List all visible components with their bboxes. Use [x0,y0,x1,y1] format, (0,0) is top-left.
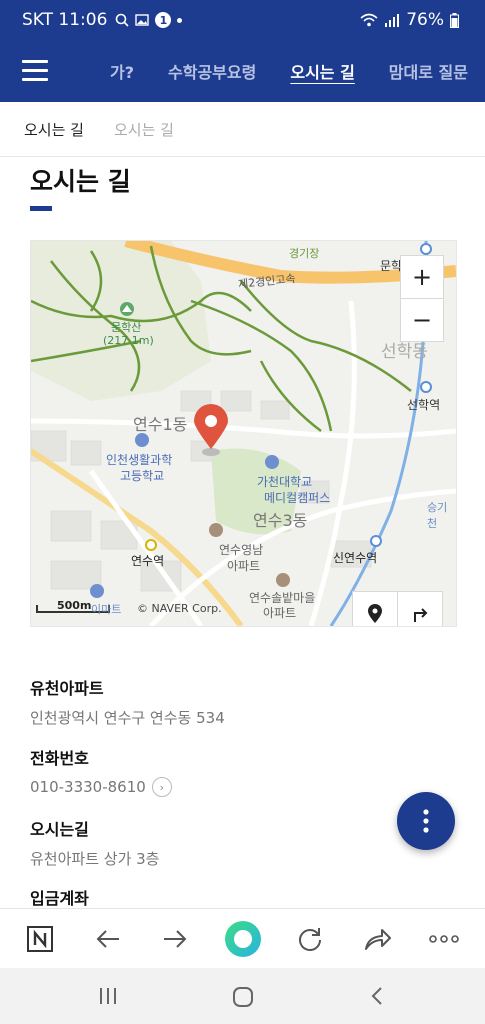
directions-text: 유천아파트 상가 3층 [30,850,160,868]
browser-toolbar [0,908,485,969]
map-label-campus2: 메디컬캠퍼스 [264,491,331,505]
gallery-icon [135,14,150,26]
directions-label: 오시는길 [30,820,89,839]
map-label-sol2: 아파트 [263,606,297,620]
phone-number[interactable]: 010-3330-8610 [30,778,146,796]
map-label-seunggi: 승기천 [427,501,448,530]
phone-info: 전화번호 010-3330-8610 › [30,745,172,797]
search-icon [116,13,129,27]
map-label-district1: 연수1동 [133,415,188,434]
location-pin-icon [368,604,382,623]
status-icons: 1 [115,12,183,28]
chevron-right-icon[interactable]: › [151,777,172,797]
map-label-district3: 연수3동 [253,511,308,530]
naver-green-dot-icon[interactable] [224,920,262,958]
phone-row[interactable]: 010-3330-8610 › [30,777,172,797]
signal-icon [385,14,400,27]
map-label-munhak: 문학 [380,259,403,273]
title-underline [30,206,52,211]
menu-icon[interactable] [22,60,48,82]
directions-info: 오시는길 유천아파트 상가 3층 [30,816,159,869]
place-name: 유천아파트 [30,679,104,698]
zoom-in-button[interactable]: + [400,255,444,299]
map-label-stadium: 경기장 [289,247,320,260]
directions-button[interactable] [397,591,443,626]
back-icon[interactable] [370,986,384,1010]
forward-arrow-icon[interactable] [159,923,191,955]
place-address: 인천광역시 연수구 연수동 534 [30,709,225,727]
account-label: 입금계좌 [30,889,89,908]
battery-icon [450,12,459,28]
naver-home-icon[interactable] [24,923,56,955]
map-label-yeong1: 연수영남 [219,543,264,557]
status-time: SKT 11:06 [22,10,108,30]
wifi-icon [360,13,378,27]
sub-navigation: 오시는 길 오시는 길 [0,102,485,157]
location-pin-button[interactable] [352,591,398,626]
map-label-school2: 고등학교 [120,469,165,483]
home-icon[interactable] [232,986,254,1012]
map-label-mart: 이마트 [91,603,122,616]
zoom-out-button[interactable]: − [400,298,444,342]
phone-label: 전화번호 [30,749,89,768]
battery-percent: 76% [406,10,444,30]
recent-apps-icon[interactable] [98,986,118,1010]
more-menu-fab[interactable] [397,792,455,850]
top-navbar: 가? 수학공부요령 오시는 길 맘대로 질문 [0,40,485,102]
tab-question[interactable]: 가? [110,59,134,83]
status-bar: SKT 11:06 1 76% [0,0,485,40]
subnav-item-current[interactable]: 오시는 길 [24,119,84,140]
system-navigation [0,968,485,1024]
map-copyright: © NAVER Corp. [137,602,222,615]
account-info: 입금계좌 [30,885,89,909]
page-title: 오시는 길 [30,167,131,196]
share-icon[interactable] [362,923,394,955]
map-label-yeong2: 아파트 [227,559,261,573]
refresh-icon[interactable] [294,923,326,955]
tab-study-tips[interactable]: 수학공부요령 [168,59,256,83]
nav-tabs: 가? 수학공부요령 오시는 길 맘대로 질문 [110,40,485,102]
tab-free-question[interactable]: 맘대로 질문 [389,59,468,83]
back-arrow-icon[interactable] [92,923,124,955]
place-info: 유천아파트 인천광역시 연수구 연수동 534 [30,675,225,728]
tab-directions[interactable]: 오시는 길 [290,59,354,83]
more-options-icon[interactable] [428,923,460,955]
notification-badge: 1 [155,12,172,28]
map-scale-label: 500m [57,599,92,612]
map-label-campus1: 가천대학교 [257,475,313,489]
dot-icon [177,17,183,23]
subnav-item-directions[interactable]: 오시는 길 [114,119,174,140]
map-view[interactable]: 제2경인고속 경기장 문학 문학산 (217.1m) 선학동 선학역 연수1동 … [30,240,457,627]
map-label-school1: 인천생활과학 [106,453,173,467]
status-right: 76% [360,10,459,30]
map-label-mountain-height: (217.1m) [103,334,154,347]
map-label-seonhak-station: 선학역 [407,398,441,412]
map-label-yeonsu-station: 연수역 [131,554,165,568]
vertical-dots-icon [423,809,429,833]
map-label-mountain: 문학산 [111,321,142,334]
map-label-sinyeonsu: 신연수역 [333,551,378,565]
directions-icon [414,608,428,622]
